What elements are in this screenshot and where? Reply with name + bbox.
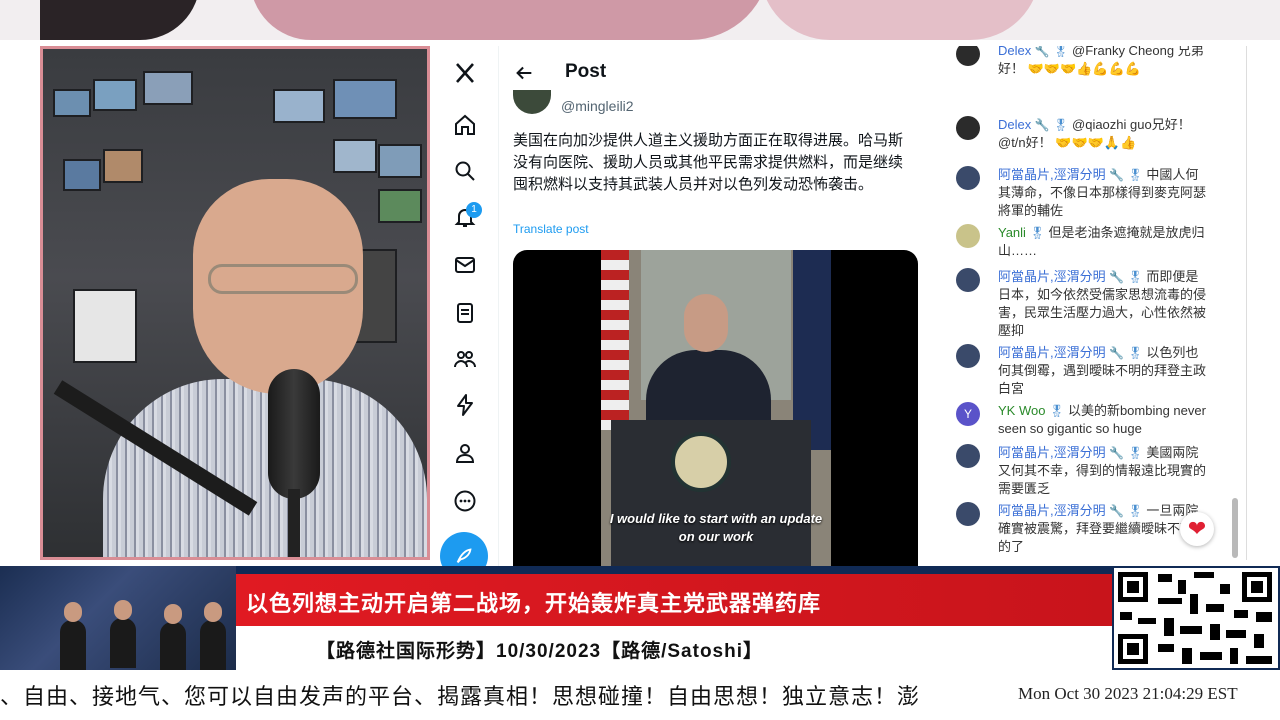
mic-stand: [288, 489, 300, 557]
avatar: [956, 46, 980, 66]
photo-figure: [110, 618, 136, 668]
host-glasses: [208, 264, 358, 294]
chat-badges: 🔧 🎖: [1109, 504, 1143, 518]
chat-author[interactable]: 阿當晶片,涇渭分明: [998, 503, 1106, 518]
chat-author[interactable]: 阿當晶片,涇渭分明: [998, 345, 1106, 360]
feather-icon: [456, 548, 472, 564]
more-icon[interactable]: [450, 486, 480, 516]
studio-monitor: [53, 89, 91, 117]
list-icon[interactable]: [450, 298, 480, 328]
communities-icon[interactable]: [450, 344, 480, 374]
headline-banner: 以色列想主动开启第二战场，开始轰炸真主党武器弹药库: [236, 574, 1112, 626]
post-text: 美国在向加沙提供人道主义援助方面正在取得进展。哈马斯没有向医院、援助人员或其他平…: [513, 132, 904, 193]
us-flag: [601, 250, 629, 430]
chat-author[interactable]: 阿當晶片,涇渭分明: [998, 445, 1106, 460]
subline-text: 【路德社国际形势】10/30/2023【路德/Satoshi】: [316, 641, 763, 662]
video-caption: I would like to start with an update on …: [609, 511, 823, 544]
mail-icon[interactable]: [450, 250, 480, 280]
clock: Mon Oct 30 2023 21:04:29 EST: [1018, 684, 1238, 703]
microphone: [268, 369, 320, 499]
banner-shape: [40, 0, 200, 40]
bolt-icon[interactable]: [450, 390, 480, 420]
chat-badges: 🎖: [1049, 404, 1065, 418]
chat-badges: 🔧 🎖: [1034, 46, 1069, 58]
studio-monitor: [103, 149, 143, 183]
studio-monitor: [63, 159, 101, 191]
studio-monitor: [378, 144, 422, 178]
banner-shape: [760, 0, 1040, 40]
twitter-post-panel: Post @mingleili2 美国在向加沙提供人道主义援助方面正在取得进展。…: [498, 46, 931, 566]
photo-face: [204, 602, 222, 622]
avatar: Y: [956, 402, 980, 426]
studio-monitor: [73, 289, 137, 363]
avatar: [956, 344, 980, 368]
speaker-head: [684, 294, 728, 352]
photo-face: [164, 604, 182, 624]
live-chat: Delex 🔧 🎖 @Franky Cheong 兄弟好！ 🤝🤝🤝👍💪💪💪 De…: [930, 46, 1247, 560]
user-handle[interactable]: @mingleili2: [561, 98, 634, 114]
chat-author[interactable]: Delex: [998, 117, 1031, 132]
twitter-sidebar: 1: [432, 46, 498, 580]
avatar: [956, 444, 980, 468]
news-ticker: 、自由、接地气、您可以自由发声的平台、揭露真相！思想碰撞！自由思想！独立意志！澎…: [0, 670, 1280, 720]
chat-author[interactable]: 阿當晶片,涇渭分明: [998, 167, 1106, 182]
chat-badges: 🔧 🎖: [1109, 168, 1143, 182]
chat-emoji: 🤝🤝🤝🙏👍: [1055, 135, 1137, 150]
photo-figure: [60, 620, 86, 670]
chat-badges: 🎖: [1029, 226, 1045, 240]
chat-author[interactable]: Delex: [998, 46, 1031, 58]
webcam-feed: [40, 46, 430, 560]
back-arrow-icon[interactable]: [513, 62, 535, 84]
avatar: [956, 502, 980, 526]
search-icon[interactable]: [450, 156, 480, 186]
video-player[interactable]: I would like to start with an update on …: [513, 250, 918, 566]
chat-badges: 🔧 🎖: [1109, 270, 1143, 284]
avatar: [956, 166, 980, 190]
studio-monitor: [333, 79, 397, 119]
studio-monitor: [93, 79, 137, 111]
avatar: [956, 224, 980, 248]
x-logo-icon[interactable]: [450, 58, 480, 88]
page-title: Post: [565, 61, 607, 82]
chat-badges: 🔧 🎖: [1109, 446, 1143, 460]
background-banner: [0, 0, 1280, 40]
photo-face: [64, 602, 82, 622]
photo-face: [114, 600, 132, 620]
translate-post-link[interactable]: Translate post: [513, 222, 589, 236]
avatar: [956, 116, 980, 140]
chat-badges: 🔧 🎖: [1109, 346, 1143, 360]
avatar[interactable]: [513, 90, 551, 114]
ticker-text: 、自由、接地气、您可以自由发声的平台、揭露真相！思想碰撞！自由思想！独立意志！澎: [0, 684, 921, 709]
studio-monitor: [143, 71, 193, 105]
photo-figure: [160, 622, 186, 670]
home-icon[interactable]: [450, 110, 480, 140]
avatar: [956, 268, 980, 292]
banner-shape: [250, 0, 770, 40]
chat-author[interactable]: 阿當晶片,涇渭分明: [998, 269, 1106, 284]
chat-badges: 🔧 🎖: [1034, 118, 1069, 132]
host-shirt: [103, 379, 427, 557]
news-photo: [0, 566, 236, 670]
headline-text: 以色列想主动开启第二战场，开始轰炸真主党武器弹药库: [246, 591, 822, 616]
lower-third: 以色列想主动开启第二战场，开始轰炸真主党武器弹药库 【路德社国际形势】10/30…: [0, 566, 1280, 670]
chat-author[interactable]: YK Woo: [998, 403, 1045, 418]
photo-figure: [200, 620, 226, 670]
profile-icon[interactable]: [450, 438, 480, 468]
chat-scrollbar[interactable]: [1232, 498, 1238, 558]
studio-monitor: [333, 139, 377, 173]
subline-banner: 【路德社国际形势】10/30/2023【路德/Satoshi】: [236, 626, 1112, 670]
state-department-seal: [671, 432, 731, 492]
studio-monitor: [378, 189, 422, 223]
chat-emoji: 🤝🤝🤝👍💪💪💪: [1027, 61, 1141, 76]
studio-monitor: [273, 89, 325, 123]
chat-author[interactable]: Yanli: [998, 225, 1026, 240]
qr-code[interactable]: [1114, 568, 1278, 668]
notification-badge: 1: [466, 202, 482, 218]
heart-reaction-button[interactable]: ❤: [1180, 512, 1214, 546]
